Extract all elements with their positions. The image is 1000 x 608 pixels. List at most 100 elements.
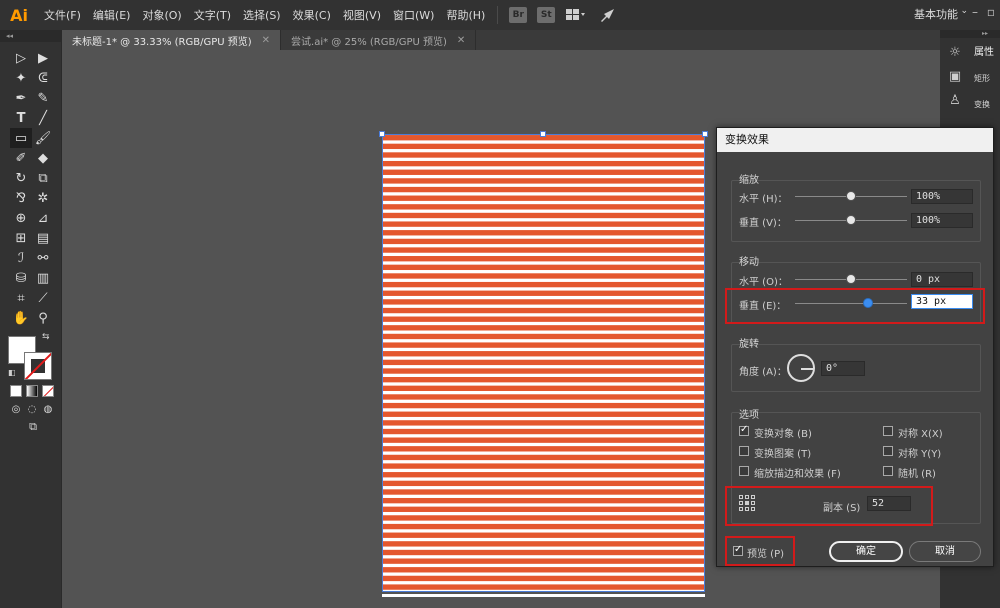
arrange-documents-icon[interactable] [564, 7, 588, 23]
close-icon[interactable]: ✕ [457, 35, 465, 46]
scale-horizontal-input[interactable]: 100% [911, 189, 973, 204]
direct-selection-tool-icon[interactable]: ▶ [32, 48, 54, 68]
scale-tool-icon[interactable]: ⧉ [32, 168, 54, 188]
line-tool-icon[interactable]: ╱ [32, 108, 54, 128]
draw-normal-icon[interactable]: ◎ [10, 399, 22, 419]
move-vertical-slider[interactable] [862, 298, 873, 308]
menu-edit[interactable]: 编辑(E) [87, 7, 137, 23]
hand-tool-icon[interactable]: ✋ [10, 308, 32, 328]
random-checkbox[interactable] [883, 466, 893, 476]
screen-mode-icon[interactable]: ⧉ [22, 417, 44, 437]
angle-dial[interactable] [787, 354, 815, 382]
pen-tool-icon[interactable]: ✒ [10, 88, 32, 108]
menu-window[interactable]: 窗口(W) [387, 7, 440, 23]
stripe [382, 195, 705, 201]
type-tool-icon[interactable]: T [10, 108, 32, 128]
artboard-tool-icon[interactable]: ⌗ [10, 288, 32, 308]
tab-label: 未标题-1* @ 33.33% (RGB/GPU 预览) [72, 36, 252, 48]
move-vertical-label: 垂直 (E)： [739, 301, 787, 312]
angle-input[interactable]: 0° [821, 361, 865, 376]
paintbrush-tool-icon[interactable]: 🖌 [32, 128, 54, 148]
bridge-button[interactable]: Br [509, 7, 528, 23]
column-graph-tool-icon[interactable]: ▥ [32, 268, 54, 288]
symbol-sprayer-tool-icon[interactable]: ⛁ [10, 268, 32, 288]
menu-object[interactable]: 对象(O) [136, 7, 187, 23]
properties-panel-title[interactable]: 属性 [974, 40, 1000, 66]
move-horizontal-slider[interactable] [846, 274, 856, 284]
reference-point-icon[interactable] [739, 495, 755, 511]
close-icon[interactable]: ✕ [262, 35, 270, 46]
scale-strokes-checkbox[interactable] [739, 466, 749, 476]
curvature-tool-icon[interactable]: ✎ [32, 88, 54, 108]
shaper-tool-icon[interactable]: ✐ [10, 148, 32, 168]
slice-tool-icon[interactable]: ⟋ [32, 288, 54, 308]
none-mode-icon[interactable] [42, 385, 54, 397]
image-trace-icon[interactable]: ▣ [940, 64, 970, 88]
swap-fill-stroke-icon[interactable]: ⇆ [42, 332, 50, 342]
reflect-x-checkbox[interactable] [883, 426, 893, 436]
tab-untitled[interactable]: 未标题-1* @ 33.33% (RGB/GPU 预览) ✕ [62, 30, 282, 50]
puppet-warp-tool-icon[interactable]: ✲ [32, 188, 54, 208]
app-logo: Ai [10, 5, 28, 25]
collapse-panel-icon[interactable]: ◂◂ [0, 30, 61, 42]
menu-help[interactable]: 帮助(H) [440, 7, 491, 23]
transform-patterns-checkbox[interactable] [739, 446, 749, 456]
menu-select[interactable]: 选择(S) [237, 7, 287, 23]
stripe [382, 247, 705, 253]
rectangle-tool-icon[interactable]: ▭ [10, 128, 32, 148]
stripe [382, 178, 705, 184]
move-group-title: 移动 [739, 257, 759, 268]
puppet-icon[interactable]: ♙ [940, 88, 970, 112]
scale-horizontal-slider[interactable] [846, 191, 856, 201]
draw-behind-icon[interactable]: ◌ [26, 399, 38, 419]
chevron-down-icon[interactable]: ⌄ [960, 6, 968, 16]
workspace-switcher[interactable]: 基本功能 [914, 6, 958, 22]
blend-tool-icon[interactable]: ⚯ [32, 248, 54, 268]
preview-checkbox[interactable] [733, 544, 743, 556]
stripe [382, 489, 705, 495]
minimize-icon[interactable]: – [968, 5, 982, 23]
gradient-mode-icon[interactable] [26, 385, 38, 397]
mesh-tool-icon[interactable]: ⊞ [10, 228, 32, 248]
stripe [382, 307, 705, 314]
restore-icon[interactable]: ▫ [984, 5, 998, 23]
default-colors-icon[interactable]: ◧ [8, 368, 16, 377]
perspective-grid-tool-icon[interactable]: ⊿ [32, 208, 54, 228]
move-vertical-input[interactable]: 33 px [911, 294, 973, 309]
shape-builder-tool-icon[interactable]: ⊕ [10, 208, 32, 228]
draw-inside-icon[interactable]: ◍ [42, 399, 54, 419]
scale-vertical-input[interactable]: 100% [911, 213, 973, 228]
eraser-tool-icon[interactable]: ◆ [32, 148, 54, 168]
menu-effect[interactable]: 效果(C) [287, 7, 337, 23]
gpu-performance-icon[interactable] [596, 7, 620, 23]
angle-label: 角度 (A)： [739, 367, 787, 378]
gradient-tool-icon[interactable]: ▤ [32, 228, 54, 248]
selection-tool-icon[interactable]: ▷ [10, 48, 32, 68]
color-mode-icon[interactable] [10, 385, 22, 397]
move-horizontal-input[interactable]: 0 px [911, 272, 973, 287]
striped-rectangle[interactable] [382, 134, 705, 592]
copies-input[interactable]: 52 [867, 496, 911, 511]
warp-tool-icon[interactable]: ⅋ [10, 188, 32, 208]
stock-button[interactable]: St [537, 7, 556, 23]
menu-view[interactable]: 视图(V) [337, 7, 387, 23]
reflect-y-checkbox[interactable] [883, 446, 893, 456]
sun-icon[interactable]: ☼ [940, 40, 970, 64]
lasso-tool-icon[interactable]: ᕳ [32, 68, 54, 88]
stroke-swatch[interactable] [24, 352, 52, 380]
expand-panel-icon[interactable]: ▸▸ [940, 30, 1000, 38]
menu-file[interactable]: 文件(F) [38, 7, 87, 23]
tab-trial[interactable]: 尝试.ai* @ 25% (RGB/GPU 预览) ✕ [281, 30, 477, 50]
rotate-tool-icon[interactable]: ↻ [10, 168, 32, 188]
transform-objects-checkbox[interactable] [739, 424, 749, 436]
scale-vertical-slider[interactable] [846, 215, 856, 225]
menu-type[interactable]: 文字(T) [188, 7, 237, 23]
eyedropper-tool-icon[interactable]: ℐ [10, 248, 32, 268]
menu-bar: Ai 文件(F) 编辑(E) 对象(O) 文字(T) 选择(S) 效果(C) 视… [0, 0, 1000, 30]
ok-button[interactable]: 确定 [829, 541, 903, 562]
zoom-tool-icon[interactable]: ⚲ [32, 308, 54, 328]
magic-wand-tool-icon[interactable]: ✦ [10, 68, 32, 88]
cancel-button[interactable]: 取消 [909, 541, 981, 562]
stripe [382, 497, 705, 504]
stripe [382, 230, 705, 236]
